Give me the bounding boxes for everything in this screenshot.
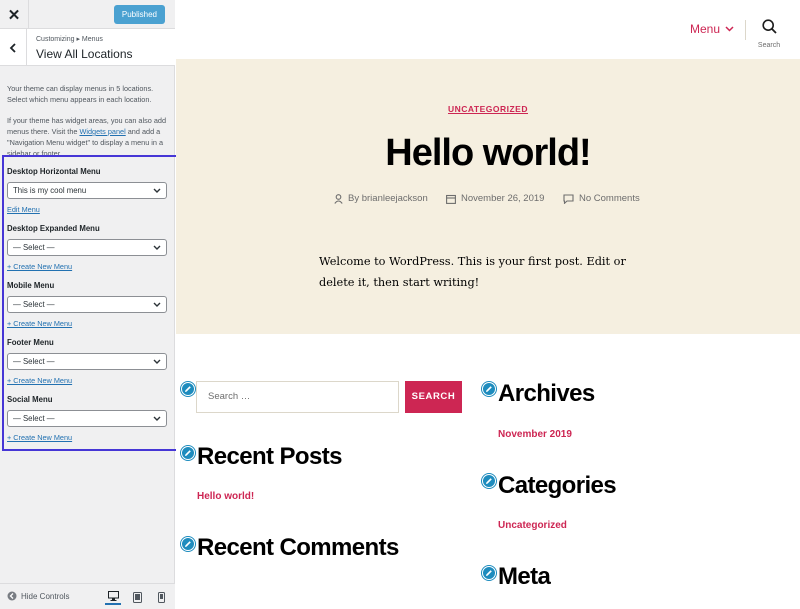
meta-title: Meta: [498, 563, 551, 590]
breadcrumb: Customizing ▸ Menus: [36, 36, 103, 43]
location-select-value: — Select —: [13, 414, 55, 423]
recent-posts-title: Recent Posts: [197, 443, 342, 470]
pencil-icon: [185, 541, 191, 547]
archive-link[interactable]: November 2019: [498, 429, 572, 440]
search-toggle-button[interactable]: Search: [754, 19, 784, 49]
search-submit-button[interactable]: SEARCH: [405, 381, 462, 413]
post-date-text[interactable]: November 26, 2019: [461, 193, 544, 204]
menu-label: Menu: [690, 22, 721, 36]
panel-header: Customizing ▸ Menus View All Locations: [0, 29, 175, 66]
hide-controls-button[interactable]: Hide Controls: [7, 591, 69, 601]
edit-widget-shortcut[interactable]: [181, 382, 195, 396]
create-new-menu-link[interactable]: + Create New Menu: [7, 319, 72, 328]
create-new-menu-link[interactable]: + Create New Menu: [7, 376, 72, 385]
mobile-icon: [157, 591, 165, 603]
location-label: Desktop Expanded Menu: [7, 224, 100, 233]
tablet-icon: [132, 591, 142, 603]
widgets-panel-link[interactable]: Widgets panel: [79, 127, 125, 136]
edit-widget-shortcut[interactable]: [181, 446, 195, 460]
location-label: Social Menu: [7, 395, 53, 404]
edit-widget-shortcut[interactable]: [482, 474, 496, 488]
location-label: Mobile Menu: [7, 281, 55, 290]
menu-button[interactable]: Menu: [690, 22, 734, 36]
category-link[interactable]: UNCATEGORIZED: [176, 104, 800, 114]
site-header: Menu Search: [176, 0, 800, 59]
post-comments-text[interactable]: No Comments: [579, 193, 640, 204]
category-widget-link[interactable]: Uncategorized: [498, 520, 567, 531]
location-select-value: — Select —: [13, 300, 55, 309]
post-author: By brianleejackson: [334, 193, 428, 204]
chevron-down-icon: [153, 188, 161, 193]
post-author-name[interactable]: By brianleejackson: [348, 193, 428, 204]
location-label: Footer Menu: [7, 338, 54, 347]
chevron-down-icon: [153, 302, 161, 307]
location-select[interactable]: — Select —: [7, 353, 167, 370]
chevron-down-icon: [153, 416, 161, 421]
post-title[interactable]: Hello world!: [176, 132, 800, 175]
locations-description: Your theme can display menus in 5 locati…: [7, 84, 154, 104]
location-mobile: Mobile Menu — Select — + Create New Menu: [7, 281, 169, 331]
pencil-icon: [185, 386, 191, 392]
publish-button[interactable]: Published: [113, 5, 165, 24]
recent-post-link[interactable]: Hello world!: [197, 491, 254, 502]
post-comments: No Comments: [563, 193, 640, 204]
categories-title: Categories: [498, 472, 617, 499]
recent-comments-title: Recent Comments: [197, 534, 399, 561]
edit-widget-shortcut[interactable]: [181, 537, 195, 551]
header-divider: [745, 20, 746, 40]
edit-widget-shortcut[interactable]: [482, 382, 496, 396]
pencil-icon: [185, 450, 191, 456]
search-toggle-label: Search: [757, 42, 781, 49]
panel-title: View All Locations: [36, 47, 133, 61]
chevron-left-icon: [9, 42, 16, 53]
location-desktop-horizontal: Desktop Horizontal Menu This is my cool …: [7, 167, 169, 217]
calendar-icon: [446, 194, 456, 204]
hide-controls-label: Hide Controls: [21, 591, 70, 601]
comment-icon: [563, 193, 574, 204]
search-input[interactable]: Search …: [196, 381, 399, 413]
location-select-value: This is my cool menu: [13, 186, 87, 195]
post-hero: UNCATEGORIZED Hello world! By brianleeja…: [176, 59, 800, 334]
back-button[interactable]: [0, 29, 27, 66]
post-content: Welcome to WordPress. This is your first…: [319, 255, 626, 289]
location-footer: Footer Menu — Select — + Create New Menu: [7, 338, 169, 388]
edit-widget-shortcut[interactable]: [482, 566, 496, 580]
create-new-menu-link[interactable]: + Create New Menu: [7, 262, 72, 271]
location-social: Social Menu — Select — + Create New Menu: [7, 395, 169, 445]
edit-menu-link[interactable]: Edit Menu: [7, 205, 40, 214]
widgets-description: If your theme has widget areas, you can …: [7, 115, 167, 159]
post-date: November 26, 2019: [446, 193, 544, 204]
location-label: Desktop Horizontal Menu: [7, 167, 101, 176]
pencil-icon: [486, 478, 492, 484]
preview-desktop-button[interactable]: [105, 589, 121, 605]
collapse-arrow-icon: [7, 591, 17, 601]
close-customizer-button[interactable]: ✕: [0, 0, 29, 29]
customizer-topbar: ✕ Published: [0, 0, 175, 29]
archives-title: Archives: [498, 380, 595, 407]
search-icon: [761, 19, 777, 34]
location-select[interactable]: — Select —: [7, 410, 167, 427]
location-select-value: — Select —: [13, 357, 55, 366]
site-preview: Menu Search UNCATEGORIZED Hello world! B…: [176, 0, 800, 609]
location-select[interactable]: — Select —: [7, 296, 167, 313]
customizer-sidebar: ✕ Published Customizing ▸ Menus View All…: [0, 0, 179, 609]
location-select-value: — Select —: [13, 243, 55, 252]
desktop-icon: [107, 591, 119, 601]
preview-tablet-button[interactable]: [129, 589, 145, 605]
pencil-icon: [486, 386, 492, 392]
location-select[interactable]: — Select —: [7, 239, 167, 256]
location-select[interactable]: This is my cool menu: [7, 182, 167, 199]
chevron-down-icon: [725, 26, 734, 32]
chevron-down-icon: [153, 245, 161, 250]
customizer-footer: Hide Controls: [0, 583, 175, 609]
create-new-menu-link[interactable]: + Create New Menu: [7, 433, 72, 442]
person-icon: [334, 193, 343, 204]
pencil-icon: [486, 570, 492, 576]
preview-mobile-button[interactable]: [153, 589, 169, 605]
location-desktop-expanded: Desktop Expanded Menu — Select — + Creat…: [7, 224, 169, 274]
chevron-down-icon: [153, 359, 161, 364]
